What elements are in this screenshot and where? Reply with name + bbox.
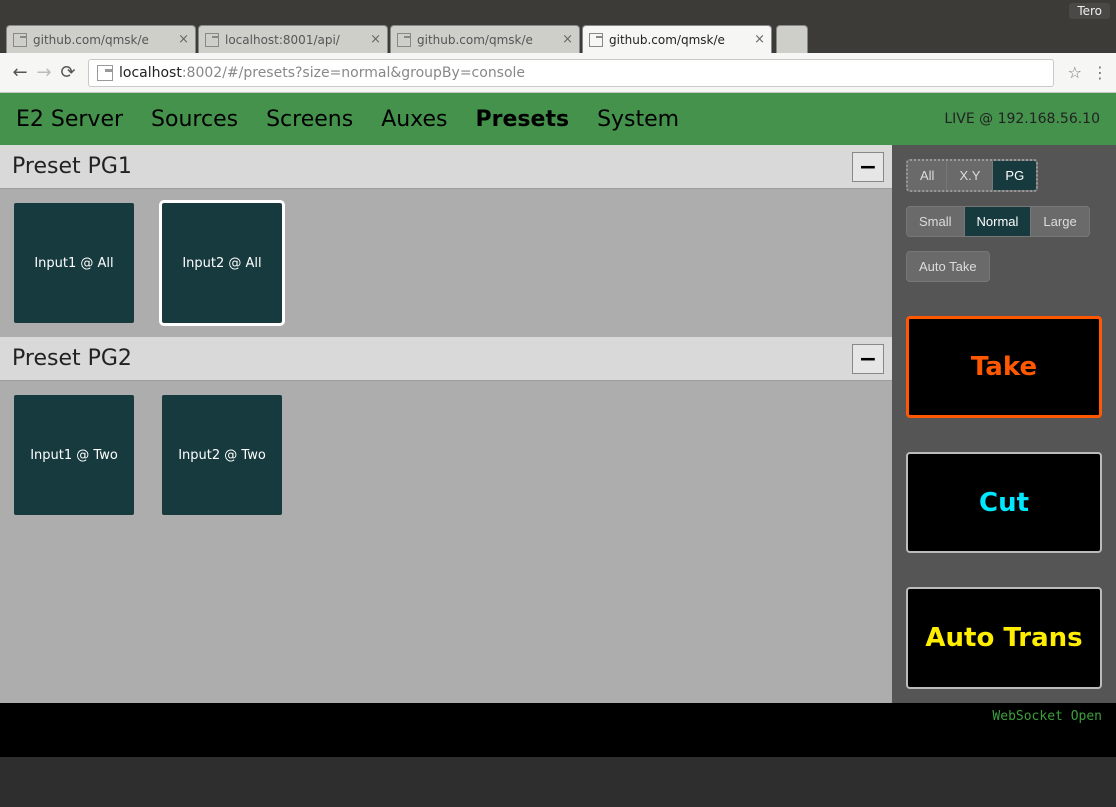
preset-tile[interactable]: Input1 @ Two [14, 395, 134, 515]
group-header-pg1: Preset PG1 − [0, 145, 892, 189]
auto-take-toggle[interactable]: Auto Take [906, 251, 990, 282]
tab-label: localhost:8001/api/ [225, 33, 364, 47]
footer: WebSocket Open [0, 703, 1116, 757]
nav-sources[interactable]: Sources [151, 107, 238, 132]
close-icon[interactable]: × [754, 32, 765, 47]
address-path: :8002/#/presets?size=normal&groupBy=cons… [182, 65, 525, 81]
size-selector: Small Normal Large [906, 206, 1090, 237]
group-title: Preset PG1 [12, 154, 132, 179]
group-title: Preset PG2 [12, 346, 132, 371]
size-normal[interactable]: Normal [965, 207, 1032, 236]
back-button[interactable]: ← [8, 61, 32, 85]
os-user: Tero [1069, 3, 1110, 19]
preset-main: Preset PG1 − Input1 @ All Input2 @ All P… [0, 145, 892, 703]
nav-auxes[interactable]: Auxes [381, 107, 447, 132]
browser-tab-3[interactable]: github.com/qmsk/e × [582, 25, 772, 53]
collapse-button[interactable]: − [852, 344, 884, 374]
nav-system[interactable]: System [597, 107, 679, 132]
preset-tile[interactable]: Input1 @ All [14, 203, 134, 323]
page-icon [13, 33, 27, 47]
page-icon [97, 65, 113, 81]
close-icon[interactable]: × [370, 32, 381, 47]
close-icon[interactable]: × [178, 32, 189, 47]
tab-label: github.com/qmsk/e [417, 33, 556, 47]
address-bar[interactable]: localhost:8002/#/presets?size=normal&gro… [88, 59, 1054, 87]
browser-tab-0[interactable]: github.com/qmsk/e × [6, 25, 196, 53]
collapse-button[interactable]: − [852, 152, 884, 182]
tab-label: github.com/qmsk/e [33, 33, 172, 47]
browser-tab-1[interactable]: localhost:8001/api/ × [198, 25, 388, 53]
page-icon [397, 33, 411, 47]
websocket-status: WebSocket Open [992, 709, 1102, 724]
nav-screens[interactable]: Screens [266, 107, 353, 132]
groupby-xy[interactable]: X.Y [947, 161, 993, 190]
size-small[interactable]: Small [907, 207, 965, 236]
page-icon [589, 33, 603, 47]
tab-label: github.com/qmsk/e [609, 33, 748, 47]
preset-label: Input1 @ Two [30, 448, 118, 463]
cut-button[interactable]: Cut [906, 452, 1102, 554]
side-panel: All X.Y PG Small Normal Large Auto Take … [892, 145, 1116, 703]
preset-label: Input2 @ Two [178, 448, 266, 463]
browser-tab-2[interactable]: github.com/qmsk/e × [390, 25, 580, 53]
close-icon[interactable]: × [562, 32, 573, 47]
group-body-pg1: Input1 @ All Input2 @ All [0, 189, 892, 337]
take-button[interactable]: Take [906, 316, 1102, 418]
preset-tile[interactable]: Input2 @ All [162, 203, 282, 323]
page-icon [205, 33, 219, 47]
preset-label: Input2 @ All [182, 256, 261, 271]
forward-button[interactable]: → [32, 61, 56, 85]
address-host: localhost [119, 65, 182, 81]
app-navbar: E2 Server Sources Screens Auxes Presets … [0, 93, 1116, 145]
groupby-selector: All X.Y PG [906, 159, 1038, 192]
preset-tile[interactable]: Input2 @ Two [162, 395, 282, 515]
browser-toolbar: ← → ⟳ localhost:8002/#/presets?size=norm… [0, 53, 1116, 93]
groupby-all[interactable]: All [908, 161, 947, 190]
size-large[interactable]: Large [1031, 207, 1088, 236]
brand: E2 Server [16, 107, 123, 132]
preset-label: Input1 @ All [34, 256, 113, 271]
browser-menu-button[interactable]: ⋮ [1088, 63, 1108, 82]
groupby-pg[interactable]: PG [993, 161, 1036, 190]
auto-trans-button[interactable]: Auto Trans [906, 587, 1102, 689]
group-header-pg2: Preset PG2 − [0, 337, 892, 381]
group-body-pg2: Input1 @ Two Input2 @ Two [0, 381, 892, 529]
nav-presets[interactable]: Presets [476, 107, 570, 132]
browser-tab-strip: github.com/qmsk/e × localhost:8001/api/ … [0, 22, 1116, 53]
live-status: LIVE @ 192.168.56.10 [944, 111, 1100, 127]
reload-button[interactable]: ⟳ [56, 61, 80, 85]
bookmark-button[interactable]: ☆ [1062, 63, 1088, 82]
new-tab-button[interactable] [776, 25, 808, 53]
